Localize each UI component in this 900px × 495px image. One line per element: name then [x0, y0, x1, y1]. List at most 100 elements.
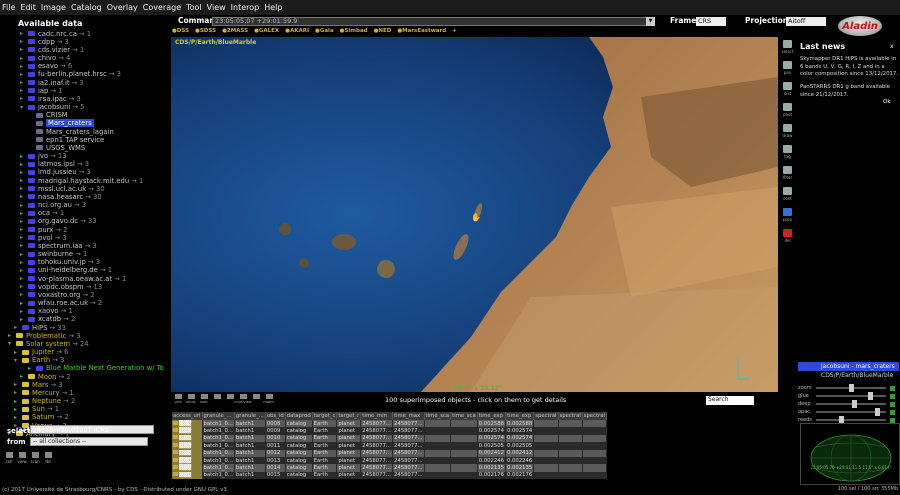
- slider-opac[interactable]: opac.: [798, 408, 899, 416]
- select-tool[interactable]: select: [778, 37, 797, 56]
- shortcut-akari[interactable]: ●AKARI: [285, 28, 309, 36]
- slider-deep[interactable]: deep: [798, 400, 899, 408]
- frame-select[interactable]: CRS: [696, 17, 726, 26]
- collapsed-arrow-icon[interactable]: ▸: [20, 300, 28, 307]
- collapsed-arrow-icon[interactable]: ▸: [20, 38, 28, 45]
- menu-view[interactable]: View: [207, 3, 226, 12]
- menu-help[interactable]: Help: [264, 3, 282, 12]
- menu-tool[interactable]: Tool: [186, 3, 202, 12]
- collapsed-arrow-icon[interactable]: ▸: [20, 202, 28, 209]
- multiview-icon[interactable]: multiview: [234, 394, 252, 406]
- collapsed-arrow-icon[interactable]: ▸: [20, 185, 28, 192]
- collapsed-arrow-icon[interactable]: ▸: [20, 373, 28, 380]
- command-input[interactable]: 23:05:05.07 +29:01:59.9: [212, 17, 655, 26]
- shortcut-dss[interactable]: ●DSS: [172, 28, 189, 36]
- collapsed-arrow-icon[interactable]: ▸: [20, 316, 28, 323]
- expanded-arrow-icon[interactable]: ▾: [8, 340, 16, 347]
- collapsed-arrow-icon[interactable]: ▸: [20, 169, 28, 176]
- collapsed-arrow-icon[interactable]: ▸: [20, 210, 28, 217]
- collapsed-arrow-icon[interactable]: ▸: [20, 87, 28, 94]
- column-header[interactable]: time_max: [392, 412, 425, 420]
- scan-icon[interactable]: scan: [30, 452, 40, 465]
- filter-tool[interactable]: filter: [778, 163, 797, 182]
- from-select[interactable]: -- all collections --: [30, 437, 148, 446]
- tbl-icon[interactable]: tbl: [43, 452, 53, 465]
- collapsed-arrow-icon[interactable]: ▸: [20, 251, 28, 258]
- collapsed-arrow-icon[interactable]: ▸: [20, 218, 28, 225]
- collapsed-arrow-icon[interactable]: ▸: [20, 95, 28, 102]
- collapsed-arrow-icon[interactable]: ▸: [20, 291, 28, 298]
- shortcut-ned[interactable]: ●NED: [374, 28, 392, 36]
- dist-tool[interactable]: dist: [778, 79, 797, 98]
- menu-interop[interactable]: Interop: [231, 3, 260, 12]
- shortcut-marseastward[interactable]: ●MarsEastward: [397, 28, 446, 36]
- collapsed-arrow-icon[interactable]: ▸: [14, 324, 22, 331]
- column-header[interactable]: target_r: [336, 412, 362, 420]
- collapsed-arrow-icon[interactable]: ▸: [14, 406, 22, 413]
- menu-overlay[interactable]: Overlay: [107, 3, 138, 12]
- coll-icon[interactable]: coll: [4, 452, 14, 465]
- projection-select[interactable]: Aitoff: [786, 17, 826, 26]
- cont-tool[interactable]: cont: [778, 184, 797, 203]
- menu-edit[interactable]: Edit: [20, 3, 36, 12]
- collapsed-arrow-icon[interactable]: ▸: [8, 332, 16, 339]
- shortcut-simbad[interactable]: ●Simbad: [340, 28, 368, 36]
- menu-catalog[interactable]: Catalog: [71, 3, 102, 12]
- close-icon[interactable]: x: [890, 43, 894, 50]
- layer-base[interactable]: CDS/P/Earth/BlueMarble: [798, 371, 899, 380]
- collapsed-arrow-icon[interactable]: ▸: [20, 55, 28, 62]
- expanded-arrow-icon[interactable]: ▾: [14, 357, 22, 364]
- collapsed-arrow-icon[interactable]: ▸: [20, 161, 28, 168]
- menu-coverage[interactable]: Coverage: [143, 3, 181, 12]
- table-row[interactable]: ▓▓▓ batch1_0... batch1 0008 catalog Earth plan…: [172, 420, 608, 428]
- column-header[interactable]: time_exp: [477, 412, 506, 420]
- shortcut-add[interactable]: +: [452, 28, 457, 36]
- collapsed-arrow-icon[interactable]: ▸: [20, 267, 28, 274]
- column-header[interactable]: obs_id: [265, 412, 286, 420]
- study-icon[interactable]: study: [186, 394, 196, 406]
- column-header[interactable]: spectral: [533, 412, 559, 420]
- match-icon[interactable]: match: [263, 394, 275, 406]
- collapsed-arrow-icon[interactable]: ▸: [20, 275, 28, 282]
- table-row[interactable]: ▓▓▓ batch1_0... batch1 0013 catalog Earth plan…: [172, 456, 608, 465]
- collapsed-arrow-icon[interactable]: ▸: [20, 226, 28, 233]
- column-header[interactable]: dataprod: [285, 412, 313, 420]
- command-dropdown-icon[interactable]: ▼: [646, 17, 655, 26]
- menu-image[interactable]: Image: [41, 3, 66, 12]
- collapsed-arrow-icon[interactable]: ▸: [14, 349, 22, 356]
- column-header[interactable]: time_sca: [450, 412, 478, 420]
- table-tool-icon[interactable]: [251, 394, 261, 406]
- expanded-arrow-icon[interactable]: ▾: [20, 104, 28, 111]
- collapsed-arrow-icon[interactable]: ▸: [14, 414, 22, 421]
- collapsed-arrow-icon[interactable]: ▸: [20, 308, 28, 315]
- collapsed-arrow-icon[interactable]: ▸: [20, 153, 28, 160]
- table-row[interactable]: ▓▓▓ batch1_0... batch1 0010 catalog Earth plan…: [172, 434, 608, 443]
- table-row[interactable]: ▓▓▓ batch1_0... batch1 0014 catalog Earth plan…: [172, 464, 608, 472]
- aladin-logo[interactable]: Aladin: [838, 16, 882, 36]
- column-header[interactable]: spectral: [558, 412, 583, 420]
- phot-tool[interactable]: phot: [778, 100, 797, 119]
- shortcut-2mass[interactable]: ●2MASS: [222, 28, 248, 36]
- column-header[interactable]: access_url: [172, 412, 203, 420]
- sky-view[interactable]: ✋ CDS/P/Earth/BlueMarble 11.6° x 10.12°: [171, 37, 778, 392]
- collapsed-arrow-icon[interactable]: ▸: [20, 193, 28, 200]
- table-tool-icon[interactable]: [212, 394, 222, 406]
- pan-tool[interactable]: pan: [778, 58, 797, 77]
- draw-tool[interactable]: draw: [778, 121, 797, 140]
- collapsed-arrow-icon[interactable]: ▸: [20, 30, 28, 37]
- collapsed-arrow-icon[interactable]: ▸: [20, 283, 28, 290]
- grid-icon[interactable]: grid: [173, 394, 183, 406]
- view-icon[interactable]: view: [17, 452, 27, 465]
- collapsed-arrow-icon[interactable]: ▸: [28, 365, 36, 372]
- shortcut-galex[interactable]: ●GALEX: [254, 28, 279, 36]
- prop-tool[interactable]: prop: [778, 205, 797, 224]
- del-tool[interactable]: del: [778, 226, 797, 245]
- collapsed-arrow-icon[interactable]: ▸: [14, 398, 22, 405]
- web-icon[interactable]: web: [199, 394, 209, 406]
- column-header[interactable]: target_c: [312, 412, 338, 420]
- collapsed-arrow-icon[interactable]: ▸: [20, 79, 28, 86]
- ok-button[interactable]: Ok: [883, 99, 891, 105]
- column-header[interactable]: granule_...: [234, 412, 266, 420]
- search-input[interactable]: Search: [706, 396, 754, 405]
- column-header[interactable]: time_min: [360, 412, 393, 420]
